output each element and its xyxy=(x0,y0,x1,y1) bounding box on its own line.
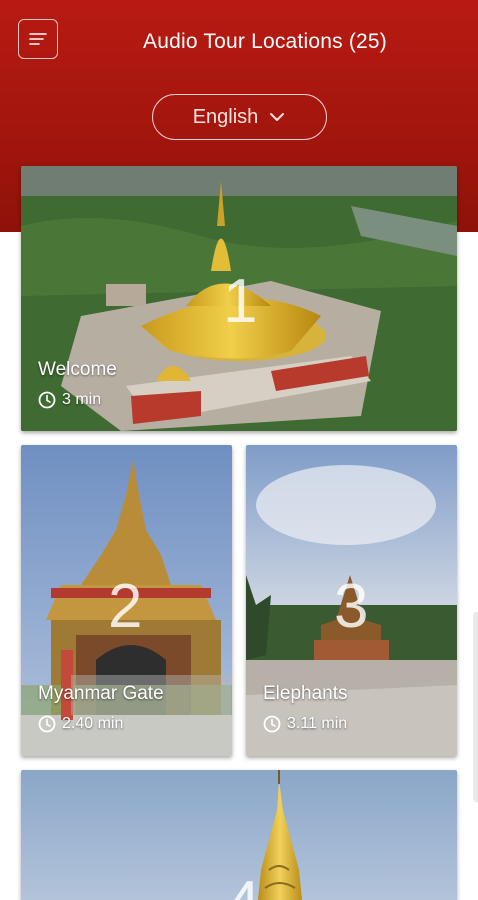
menu-button[interactable] xyxy=(18,19,58,59)
location-card-elephants[interactable]: 3 Elephants 3.11 min xyxy=(246,445,457,756)
page-title: Audio Tour Locations (25) xyxy=(143,30,387,53)
chevron-down-icon xyxy=(270,113,285,121)
clock-icon xyxy=(263,715,281,733)
location-number: 1 xyxy=(223,267,258,336)
duration-text: 3 min xyxy=(62,391,102,408)
location-number: 3 xyxy=(334,572,369,641)
location-name: Myanmar Gate xyxy=(38,683,164,704)
location-card-myanmar-gate[interactable]: 2 Myanmar Gate 2.40 min xyxy=(21,445,232,756)
location-name: Welcome xyxy=(38,359,117,380)
location-duration: 3.11 min xyxy=(263,715,347,733)
location-card-4[interactable]: 4 xyxy=(21,770,457,900)
language-label: English xyxy=(192,105,259,128)
duration-text: 3.11 min xyxy=(287,715,348,732)
location-duration: 3 min xyxy=(38,391,101,409)
clock-icon xyxy=(38,715,56,733)
location-duration: 2.40 min xyxy=(38,715,123,733)
duration-text: 2.40 min xyxy=(62,715,124,732)
location-card-welcome[interactable]: 1 Welcome 3 min xyxy=(21,166,457,431)
language-selector[interactable]: English xyxy=(152,94,327,140)
location-number: 4 xyxy=(226,868,260,900)
location-number: 2 xyxy=(108,572,143,641)
clock-icon xyxy=(38,391,56,409)
location-name: Elephants xyxy=(263,683,348,704)
scroll-indicator[interactable] xyxy=(473,612,478,802)
menu-lines-icon xyxy=(29,33,47,45)
